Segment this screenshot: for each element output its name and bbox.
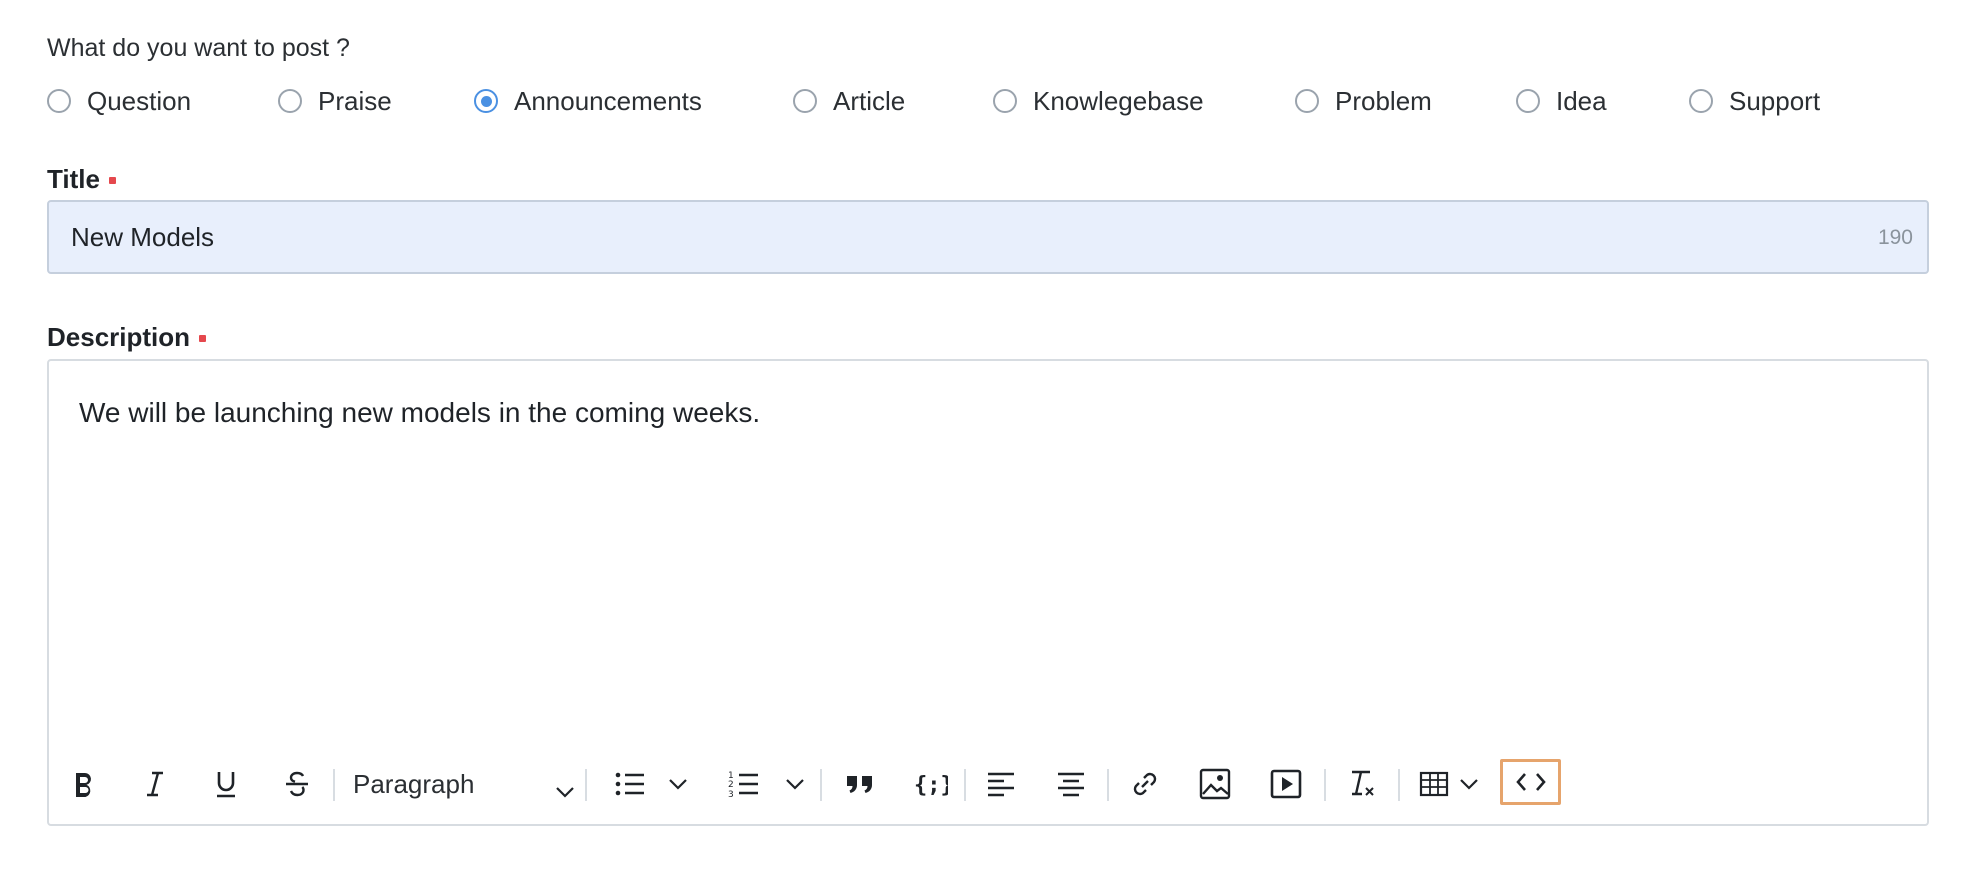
svg-text:2: 2	[728, 780, 734, 790]
bullet-list-button[interactable]	[607, 759, 653, 809]
bullet-list-dropdown[interactable]	[663, 759, 693, 809]
radio-label: Knowlegebase	[1033, 85, 1204, 116]
underline-button[interactable]	[203, 759, 249, 809]
radio-button[interactable]	[1689, 89, 1713, 113]
source-code-icon	[1515, 771, 1547, 793]
format-select[interactable]: Paragraph	[353, 759, 575, 809]
radio-button[interactable]	[793, 89, 817, 113]
toolbar-divider	[820, 769, 822, 801]
toolbar-divider	[333, 769, 335, 801]
description-editor[interactable]: We will be launching new models in the c…	[47, 359, 1929, 826]
clear-format-icon	[1346, 768, 1378, 800]
table-icon	[1419, 771, 1449, 797]
description-label: Description	[47, 322, 207, 353]
numbered-list-dropdown[interactable]	[780, 759, 810, 809]
radio-button[interactable]	[278, 89, 302, 113]
bold-button[interactable]	[61, 759, 107, 809]
image-icon	[1199, 768, 1231, 800]
title-char-count: 190	[1877, 226, 1913, 249]
toolbar-divider	[964, 769, 966, 801]
radio-announcements[interactable]: Announcements	[474, 84, 702, 118]
chevron-down-icon	[785, 777, 805, 791]
italic-icon	[143, 770, 167, 798]
radio-button[interactable]	[993, 89, 1017, 113]
radio-label: Announcements	[514, 85, 702, 116]
format-select-value: Paragraph	[353, 768, 475, 799]
radio-button[interactable]	[1516, 89, 1540, 113]
table-button[interactable]	[1411, 759, 1457, 809]
chevron-down-icon	[668, 777, 688, 791]
radio-knowlegebase[interactable]: Knowlegebase	[993, 84, 1204, 118]
radio-support[interactable]: Support	[1689, 84, 1820, 118]
bullet-list-icon	[614, 770, 646, 798]
radio-article[interactable]: Article	[793, 84, 905, 118]
required-indicator	[108, 176, 116, 184]
radio-problem[interactable]: Problem	[1295, 84, 1432, 118]
bold-icon	[71, 770, 97, 798]
link-icon	[1129, 768, 1161, 800]
toolbar-divider	[1324, 769, 1326, 801]
code-block-button[interactable]: {;}	[908, 759, 954, 809]
title-label-text: Title	[47, 164, 100, 194]
align-center-button[interactable]	[1048, 759, 1094, 809]
align-left-icon	[986, 771, 1016, 797]
radio-button[interactable]	[47, 89, 71, 113]
description-content[interactable]: We will be launching new models in the c…	[79, 397, 760, 429]
clear-format-button[interactable]	[1339, 759, 1385, 809]
radio-praise[interactable]: Praise	[278, 84, 392, 118]
blockquote-icon	[845, 772, 875, 796]
chevron-down-icon	[555, 775, 575, 806]
post-type-radio-group: Question Praise Announcements Article Kn…	[47, 84, 1947, 118]
post-type-question: What do you want to post ?	[47, 34, 350, 62]
strikethrough-icon	[283, 769, 311, 799]
italic-button[interactable]	[132, 759, 178, 809]
chevron-down-icon	[1459, 777, 1479, 791]
description-label-text: Description	[47, 322, 191, 352]
code-block-icon: {;}	[914, 770, 948, 798]
video-button[interactable]	[1263, 759, 1309, 809]
numbered-list-button[interactable]: 123	[721, 759, 767, 809]
editor-toolbar: Paragraph 123 {;	[49, 759, 1927, 809]
numbered-list-icon: 123	[728, 769, 760, 799]
strikethrough-button[interactable]	[274, 759, 320, 809]
align-center-icon	[1056, 771, 1086, 797]
link-button[interactable]	[1122, 759, 1168, 809]
toolbar-divider	[1107, 769, 1109, 801]
radio-label: Praise	[318, 85, 392, 116]
radio-button[interactable]	[474, 89, 498, 113]
toolbar-divider	[1398, 769, 1400, 801]
blockquote-button[interactable]	[837, 759, 883, 809]
title-label: Title	[47, 164, 116, 195]
toolbar-divider	[585, 769, 587, 801]
image-button[interactable]	[1192, 759, 1238, 809]
svg-text:3: 3	[728, 790, 734, 799]
radio-button[interactable]	[1295, 89, 1319, 113]
required-indicator	[199, 334, 207, 342]
radio-label: Support	[1729, 85, 1821, 116]
title-input[interactable]	[71, 202, 1771, 272]
radio-idea[interactable]: Idea	[1516, 84, 1607, 118]
align-left-button[interactable]	[978, 759, 1024, 809]
underline-icon	[213, 769, 239, 799]
source-code-button[interactable]	[1500, 759, 1561, 805]
radio-label: Idea	[1556, 85, 1607, 116]
radio-label: Question	[87, 85, 192, 116]
video-icon	[1270, 769, 1302, 799]
svg-text:{;}: {;}	[914, 773, 948, 798]
radio-label: Article	[833, 85, 906, 116]
radio-label: Problem	[1335, 85, 1432, 116]
table-dropdown[interactable]	[1456, 759, 1482, 809]
title-field[interactable]: 190	[47, 200, 1929, 274]
radio-question[interactable]: Question	[47, 84, 191, 118]
